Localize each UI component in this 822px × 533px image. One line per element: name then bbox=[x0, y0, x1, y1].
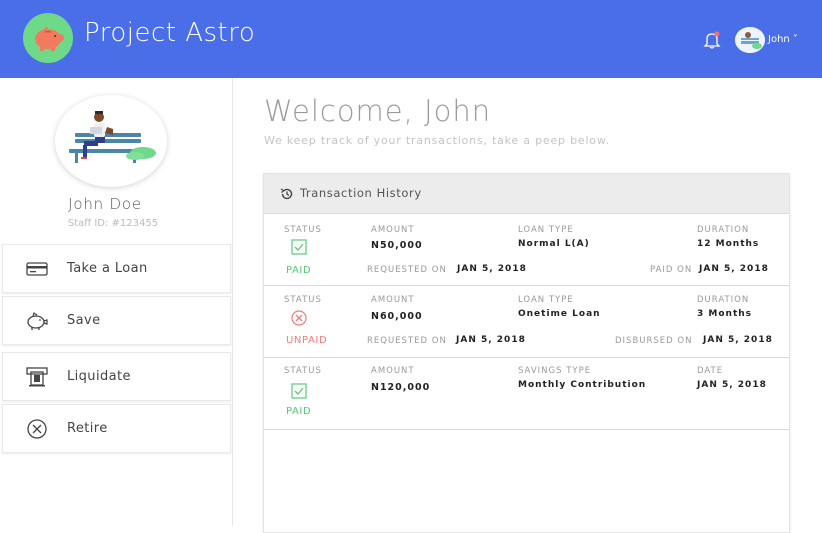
check-box-icon bbox=[291, 383, 307, 399]
status-label: STATUS bbox=[284, 295, 322, 305]
requested-on-label: REQUESTED ON bbox=[367, 336, 447, 346]
amount-label: AMOUNT bbox=[371, 366, 415, 376]
avatar[interactable] bbox=[735, 27, 765, 53]
user-menu-toggle[interactable]: John ˅ bbox=[768, 34, 798, 45]
paid-on-value: JAN 5, 2018 bbox=[699, 264, 769, 274]
amount-label: AMOUNT bbox=[371, 225, 415, 235]
bell-icon[interactable] bbox=[702, 30, 722, 50]
requested-on-label: REQUESTED ON bbox=[367, 265, 447, 275]
transaction-history-card: Transaction History STATUS PAID AMOUNT N… bbox=[263, 173, 790, 533]
top-bar: Project Astro John ˅ bbox=[0, 0, 822, 78]
duration-label: DURATION bbox=[697, 295, 750, 305]
status-badge: PAID bbox=[286, 406, 312, 417]
date-label: DATE bbox=[697, 366, 724, 376]
profile-avatar bbox=[55, 95, 167, 187]
status-badge: PAID bbox=[286, 265, 312, 276]
duration-value: 3 Months bbox=[697, 309, 753, 319]
amount-value: N120,000 bbox=[371, 382, 431, 393]
status-label: STATUS bbox=[284, 225, 322, 235]
requested-on-value: JAN 5, 2018 bbox=[456, 335, 526, 345]
amount-value: N50,000 bbox=[371, 240, 423, 251]
page-subtitle: We keep track of your transactions, take… bbox=[264, 134, 610, 147]
loan-type-label: LOAN TYPE bbox=[518, 225, 574, 235]
sidebar-item-liquidate[interactable]: Liquidate bbox=[2, 352, 231, 401]
duration-value: 12 Months bbox=[697, 239, 760, 249]
disbursed-on-value: JAN 5, 2018 bbox=[703, 335, 773, 345]
date-value: JAN 5, 2018 bbox=[697, 380, 767, 390]
savings-type-label: SAVINGS TYPE bbox=[518, 366, 592, 376]
sidebar-item-label: Save bbox=[67, 313, 101, 328]
check-box-icon bbox=[291, 239, 307, 255]
duration-label: DURATION bbox=[697, 225, 750, 235]
sidebar-item-retire[interactable]: Retire bbox=[2, 404, 231, 453]
app-title[interactable]: Project Astro bbox=[84, 18, 255, 48]
close-circle-icon bbox=[25, 418, 49, 440]
close-circle-icon bbox=[291, 310, 307, 326]
sidebar-item-label: Take a Loan bbox=[67, 261, 148, 276]
loan-type-label: LOAN TYPE bbox=[518, 295, 574, 305]
history-icon bbox=[280, 186, 294, 200]
paid-on-label: PAID ON bbox=[650, 265, 693, 275]
piggy-bank-icon[interactable] bbox=[23, 13, 73, 63]
card-title: Transaction History bbox=[300, 186, 422, 200]
status-badge: UNPAID bbox=[286, 335, 328, 346]
transaction-row[interactable]: STATUS PAID AMOUNT N50,000 LOAN TYPE Nor… bbox=[264, 215, 789, 286]
sidebar-item-label: Liquidate bbox=[67, 369, 131, 384]
status-label: STATUS bbox=[284, 366, 322, 376]
transaction-row[interactable]: STATUS PAID AMOUNT N120,000 SAVINGS TYPE… bbox=[264, 359, 789, 430]
transaction-row[interactable]: STATUS UNPAID AMOUNT N60,000 LOAN TYPE O… bbox=[264, 287, 789, 358]
loan-type-value: Onetime Loan bbox=[518, 309, 601, 319]
card-header: Transaction History bbox=[264, 174, 789, 214]
piggy-bank-icon bbox=[25, 310, 49, 332]
atm-icon bbox=[25, 366, 49, 388]
profile-name: John Doe bbox=[68, 195, 142, 213]
loan-type-value: Normal L(A) bbox=[518, 239, 590, 249]
page-title: Welcome, John bbox=[264, 94, 492, 128]
sidebar-item-take-a-loan[interactable]: Take a Loan bbox=[2, 244, 231, 293]
requested-on-value: JAN 5, 2018 bbox=[457, 264, 527, 274]
sidebar-item-label: Retire bbox=[67, 421, 108, 436]
disbursed-on-label: DISBURSED ON bbox=[615, 336, 693, 346]
savings-type-value: Monthly Contribution bbox=[518, 380, 647, 390]
credit-card-icon bbox=[25, 258, 49, 280]
sidebar: John Doe Staff ID: #123455 Take a Loan S… bbox=[0, 78, 233, 526]
amount-label: AMOUNT bbox=[371, 295, 415, 305]
amount-value: N60,000 bbox=[371, 311, 423, 322]
sidebar-item-save[interactable]: Save bbox=[2, 296, 231, 345]
staff-id: Staff ID: #123455 bbox=[67, 218, 159, 229]
